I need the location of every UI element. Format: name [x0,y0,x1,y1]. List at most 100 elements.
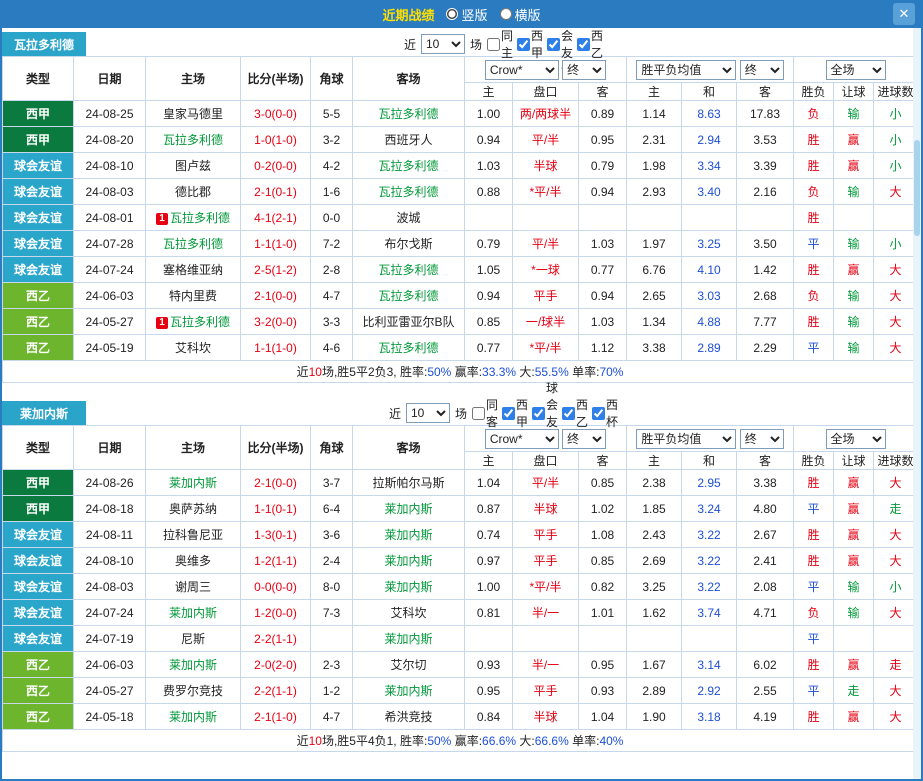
home-team-cell[interactable]: 1 瓦拉多利德 [145,308,241,335]
score-cell[interactable]: 1-2(1-1) [240,547,311,574]
scope-select[interactable]: 全场 [825,59,886,80]
away-team-cell[interactable]: 比利亚雷亚尔B队 [352,308,465,335]
home-team-cell[interactable]: 费罗尔竞技 [145,677,241,704]
layout-horizontal-option[interactable]: 横版 [499,5,541,24]
asian-odds-time-select[interactable]: 终 [562,59,607,80]
away-team-cell[interactable]: 瓦拉多利德 [352,100,465,127]
score-cell[interactable]: 2-5(1-2) [240,256,311,283]
away-team-cell[interactable]: 拉斯帕尔马斯 [352,469,465,496]
filter-checkbox[interactable]: 西甲 [517,27,543,61]
away-team-cell[interactable]: 瓦拉多利德 [352,334,465,361]
score-cell[interactable]: 3-0(0-0) [240,100,311,127]
score-cell[interactable]: 1-1(1-0) [240,230,311,257]
horizontal-radio[interactable] [499,8,512,20]
home-team-cell[interactable]: 特内里费 [145,282,241,309]
checkbox-input[interactable] [471,406,485,420]
vertical-radio[interactable] [446,8,459,20]
away-team-cell[interactable]: 布尔戈斯 [352,230,465,257]
home-team-cell[interactable]: 瓦拉多利德 [145,230,241,257]
filter-checkbox[interactable]: 西乙 [562,396,588,430]
away-team-cell[interactable]: 瓦拉多利德 [352,152,465,179]
scrollbar-thumb[interactable] [914,140,920,236]
score-cell[interactable]: 2-1(1-0) [240,703,311,730]
away-team-cell[interactable]: 西班牙人 [352,126,465,153]
score-cell[interactable]: 3-2(0-0) [240,308,311,335]
score-cell[interactable]: 2-1(0-0) [240,469,311,496]
score-cell[interactable]: 0-0(0-0) [240,573,311,600]
euro-odds-select[interactable]: 胜平负均值 [636,59,737,80]
home-team-cell[interactable]: 1 瓦拉多利德 [145,204,241,231]
match-count-select[interactable]: 10 [405,403,450,423]
score-cell[interactable]: 2-2(1-1) [240,625,311,652]
checkbox-input[interactable] [501,406,515,420]
score-cell[interactable]: 2-0(2-0) [240,651,311,678]
scrollbar[interactable] [913,28,921,779]
filter-checkbox[interactable]: 西杯 [592,396,618,430]
match-row: 西乙 24-05-19 艾科坎 1-1(1-0) 4-6 瓦拉多利德 0.77 *平/半 1.1… [2,334,919,361]
result-cell: 平 [793,625,835,652]
checkbox-label: 西甲 [515,398,528,429]
score-cell[interactable]: 2-1(0-1) [240,178,311,205]
bookmaker-select[interactable]: Crow* [484,428,559,449]
score-cell[interactable]: 1-2(0-0) [240,599,311,626]
score-cell[interactable]: 1-0(1-0) [240,126,311,153]
layout-vertical-option[interactable]: 竖版 [446,5,488,24]
home-team-cell[interactable]: 皇家马德里 [145,100,241,127]
bookmaker-select[interactable]: Crow* [484,59,559,80]
home-team-cell[interactable]: 奥萨苏纳 [145,495,241,522]
score-cell[interactable]: 2-2(1-1) [240,677,311,704]
score-cell[interactable]: 1-1(1-0) [240,334,311,361]
home-team-cell[interactable]: 莱加内斯 [145,469,241,496]
filter-checkbox[interactable]: 西甲 [501,396,528,430]
home-team-cell[interactable]: 德比郡 [145,178,241,205]
score-cell[interactable]: 4-1(2-1) [240,204,311,231]
home-team-cell[interactable]: 瓦拉多利德 [145,126,241,153]
filter-checkbox[interactable]: 西乙 [577,27,603,61]
away-team-cell[interactable]: 波城 [352,204,465,231]
away-team-cell[interactable]: 莱加内斯 [352,625,465,652]
home-team-cell[interactable]: 奥维多 [145,547,241,574]
away-team-cell[interactable]: 希洪竞技 [352,703,465,730]
checkbox-input[interactable] [517,37,530,51]
close-button[interactable]: ✕ [893,3,915,25]
checkbox-input[interactable] [592,406,606,420]
filter-checkbox[interactable]: 同客 [471,396,498,430]
match-count-select[interactable]: 10 [420,34,465,54]
filter-checkbox[interactable]: 同主 [486,27,513,61]
away-team-cell[interactable]: 艾科坎 [352,599,465,626]
score-cell[interactable]: 2-1(0-0) [240,282,311,309]
home-team-cell[interactable]: 塞格维亚纳 [145,256,241,283]
euro-odds-select[interactable]: 胜平负均值 [636,428,737,449]
score-cell[interactable]: 1-3(0-1) [240,521,311,548]
away-team-cell[interactable]: 莱加内斯 [352,495,465,522]
away-team-cell[interactable]: 莱加内斯 [352,677,465,704]
checkbox-input[interactable] [577,37,591,51]
home-team-cell[interactable]: 莱加内斯 [145,599,241,626]
summary-segment: 66.6% [482,734,517,748]
checkbox-input[interactable] [562,406,576,420]
home-team-cell[interactable]: 尼斯 [145,625,241,652]
away-team-cell[interactable]: 莱加内斯 [352,521,465,548]
away-team-cell[interactable]: 艾尔切 [352,651,465,678]
home-team-cell[interactable]: 莱加内斯 [145,651,241,678]
checkbox-input[interactable] [486,37,500,51]
checkbox-input[interactable] [547,37,561,51]
home-team-cell[interactable]: 图卢兹 [145,152,241,179]
away-team-cell[interactable]: 莱加内斯 [352,573,465,600]
away-team-cell[interactable]: 瓦拉多利德 [352,178,465,205]
away-team-cell[interactable]: 瓦拉多利德 [352,256,465,283]
euro-odds-time-select[interactable]: 终 [739,428,784,449]
euro-odds-time-select[interactable]: 终 [739,59,784,80]
scope-select[interactable]: 全场 [825,428,886,449]
score-cell[interactable]: 1-1(0-1) [240,495,311,522]
score-cell[interactable]: 0-2(0-0) [240,152,311,179]
home-team-cell[interactable]: 拉科鲁尼亚 [145,521,241,548]
asian-odds-time-select[interactable]: 终 [562,428,607,449]
away-team-cell[interactable]: 莱加内斯 [352,547,465,574]
home-team-cell[interactable]: 艾科坎 [145,334,241,361]
away-team-cell[interactable]: 瓦拉多利德 [352,282,465,309]
home-team-cell[interactable]: 莱加内斯 [145,703,241,730]
checkbox-input[interactable] [532,406,545,420]
home-team-cell[interactable]: 谢周三 [145,573,241,600]
handicap-cell: 平手 [512,521,579,548]
